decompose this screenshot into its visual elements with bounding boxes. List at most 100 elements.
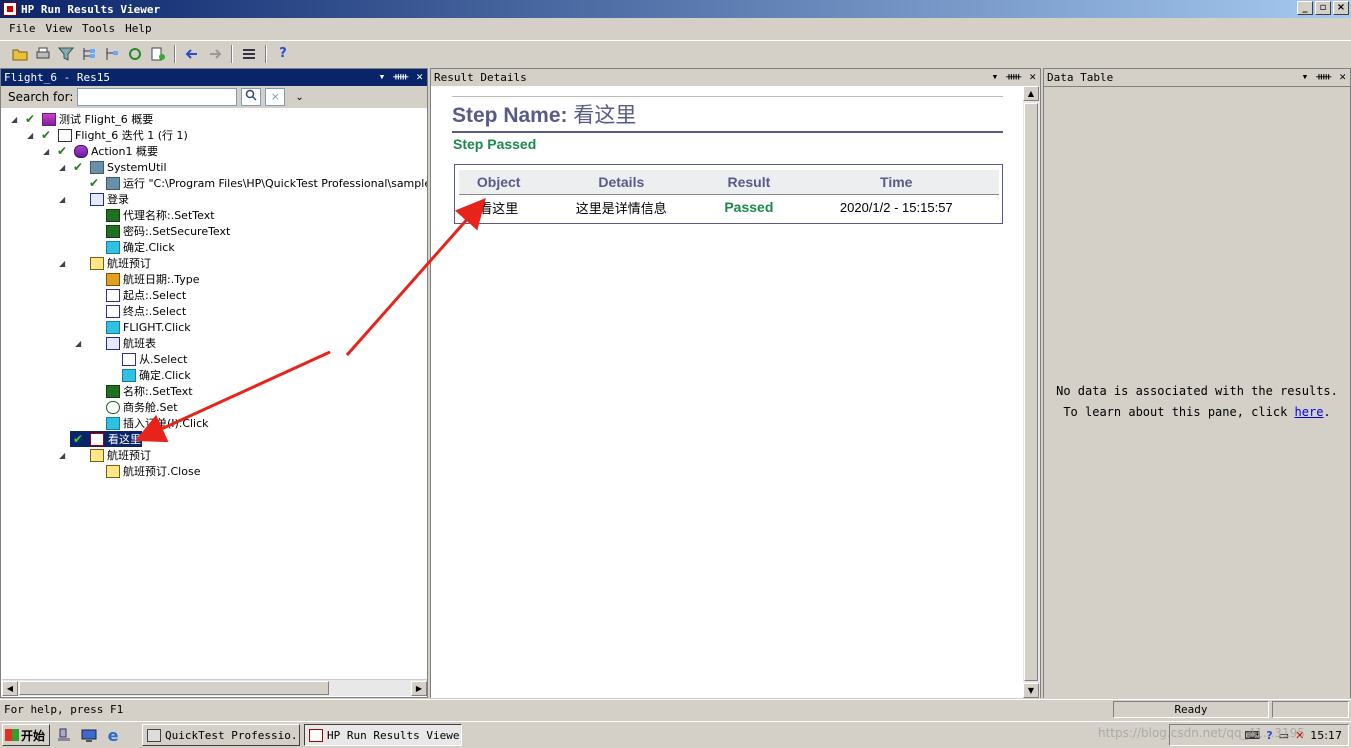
dropdown-icon[interactable]: ▾: [992, 70, 999, 83]
help-link[interactable]: here: [1295, 405, 1324, 419]
print-icon[interactable]: [33, 44, 53, 64]
table-header-row: Object Details Result Time: [459, 170, 999, 195]
close-icon[interactable]: ✕: [1339, 70, 1346, 83]
desktop-icon[interactable]: [80, 726, 98, 744]
results-tree: ◢ ✔ 测试 Flight_6 概要 ◢ ✔ Flight_6 迭代 1 (行 1)…: [2, 110, 427, 680]
step-name-label: Step Name:: [452, 104, 568, 127]
search-input[interactable]: [77, 88, 238, 106]
column-header-result: Result: [704, 170, 794, 195]
open-icon[interactable]: [10, 44, 30, 64]
table-row: 看这里 这里是详情信息 Passed 2020/1/2 - 15:15:57: [459, 194, 999, 220]
search-row: Search for: × ⌄: [1, 86, 427, 108]
chevron-down-icon[interactable]: ⌄: [295, 92, 303, 103]
close-icon[interactable]: ✕: [1029, 70, 1036, 83]
panel-header: Data Table ▾ ᚔ ✕: [1044, 69, 1350, 86]
pin-icon[interactable]: ᚔ: [1316, 70, 1331, 83]
combobox-icon: [106, 288, 120, 302]
menu-tools[interactable]: Tools: [77, 22, 120, 35]
network-icon[interactable]: [56, 726, 74, 744]
dialog-icon: [106, 336, 120, 350]
results-tree-panel: Flight_6 - Res15 ▾ ᚔ ✕ Search for: × ⌄ ◢ ✔ …: [0, 68, 428, 698]
cell-result: Passed: [724, 199, 774, 216]
start-button[interactable]: 开始: [2, 724, 50, 746]
scroll-thumb[interactable]: [19, 681, 329, 695]
clear-search-button[interactable]: ×: [265, 88, 286, 106]
cell-details: 这里是详情信息: [575, 200, 667, 216]
menu-help[interactable]: Help: [120, 22, 157, 35]
status-cell: [1272, 701, 1349, 718]
button-icon: [106, 416, 120, 430]
search-label: Search for:: [8, 90, 74, 104]
empty-message-period: .: [1323, 405, 1331, 419]
tree-node-selected[interactable]: ✔ 看这里: [70, 431, 142, 447]
toolbar: ?: [0, 40, 1351, 66]
taskbar-item-run-results[interactable]: HP Run Results Viewer: [304, 724, 462, 746]
scroll-left-icon[interactable]: ◀: [2, 681, 18, 696]
watermark: https://blog.csdn.net/qq_41...3195: [1098, 726, 1305, 740]
taskbar: 开始 e QuickTest Professio... HP Run Resul…: [0, 721, 1351, 748]
taskbar-item-label: QuickTest Professio...: [165, 728, 300, 742]
radio-button-icon: [106, 400, 120, 414]
listbox-icon: [122, 352, 136, 366]
data-table-panel: Data Table ▾ ᚔ ✕ No data is associated wit…: [1043, 68, 1351, 698]
forward-arrow-icon[interactable]: [205, 44, 225, 64]
menu-view[interactable]: View: [41, 22, 78, 35]
pin-icon[interactable]: ᚔ: [393, 70, 408, 83]
expand-all-icon[interactable]: [79, 44, 99, 64]
internet-explorer-icon[interactable]: e: [104, 726, 122, 745]
list-view-icon[interactable]: [239, 44, 259, 64]
close-button[interactable]: ×: [1333, 1, 1349, 15]
result-table: Object Details Result Time 看这里 这里是详情信息 P…: [459, 170, 999, 220]
step-name-value: 看这里: [573, 104, 637, 127]
collapse-all-icon[interactable]: [102, 44, 122, 64]
dropdown-icon[interactable]: ▾: [379, 70, 386, 83]
back-arrow-icon[interactable]: [182, 44, 202, 64]
window-title: HP Run Results Viewer: [21, 2, 161, 16]
empty-message-line1: No data is associated with the results.: [1056, 384, 1338, 398]
result-details-panel: Result Details ▾ ᚔ ✕ Step Name: 看这里 Step P…: [430, 68, 1041, 698]
test-summary-icon: [42, 112, 56, 126]
scroll-up-icon[interactable]: ▲: [1023, 86, 1039, 101]
close-icon[interactable]: ✕: [416, 70, 423, 83]
window-icon: [90, 448, 104, 462]
edit-field-icon: [106, 224, 120, 238]
restore-button[interactable]: ▫: [1315, 1, 1331, 15]
taskbar-item-quicktest[interactable]: QuickTest Professio...: [142, 724, 300, 746]
export-icon[interactable]: [148, 44, 168, 64]
button-icon: [106, 320, 120, 334]
search-button[interactable]: [241, 88, 262, 106]
run-step-icon: [106, 176, 120, 190]
scroll-thumb[interactable]: [1024, 103, 1038, 681]
systemutil-icon: [90, 160, 104, 174]
empty-message: No data is associated with the results. …: [1044, 381, 1350, 423]
pin-icon[interactable]: ᚔ: [1006, 70, 1021, 83]
iteration-icon: [58, 128, 72, 142]
button-icon: [122, 368, 136, 382]
refresh-icon[interactable]: [125, 44, 145, 64]
toolbar-separator: [265, 44, 267, 63]
start-label: 开始: [21, 728, 46, 743]
vertical-scrollbar[interactable]: ▲ ▼: [1023, 86, 1040, 698]
status-bar: For help, press F1 Ready: [0, 699, 1351, 719]
dialog-icon: [90, 192, 104, 206]
activex-icon: [106, 272, 120, 286]
scroll-right-icon[interactable]: ▶: [411, 681, 427, 696]
panel-header: Result Details ▾ ᚔ ✕: [431, 69, 1040, 86]
filter-icon[interactable]: [56, 44, 76, 64]
cell-time: 2020/1/2 - 15:15:57: [839, 199, 953, 215]
column-header-object: Object: [459, 170, 539, 195]
step-name-heading: Step Name: 看这里: [452, 96, 1003, 133]
menu-bar: File View Tools Help: [0, 19, 1351, 38]
help-icon[interactable]: ?: [273, 44, 293, 64]
app-icon: [3, 2, 17, 16]
panel-title: Result Details: [434, 71, 527, 84]
horizontal-scrollbar[interactable]: ◀ ▶: [2, 679, 427, 696]
menu-file[interactable]: File: [4, 22, 41, 35]
scroll-down-icon[interactable]: ▼: [1023, 683, 1039, 698]
minimize-button[interactable]: _: [1297, 1, 1313, 15]
report-step-icon: [90, 432, 104, 446]
panel-title: Data Table: [1047, 71, 1114, 84]
dropdown-icon[interactable]: ▾: [1302, 70, 1309, 83]
result-table-container: Object Details Result Time 看这里 这里是详情信息 P…: [454, 164, 1003, 224]
data-table-body: No data is associated with the results. …: [1044, 86, 1350, 698]
